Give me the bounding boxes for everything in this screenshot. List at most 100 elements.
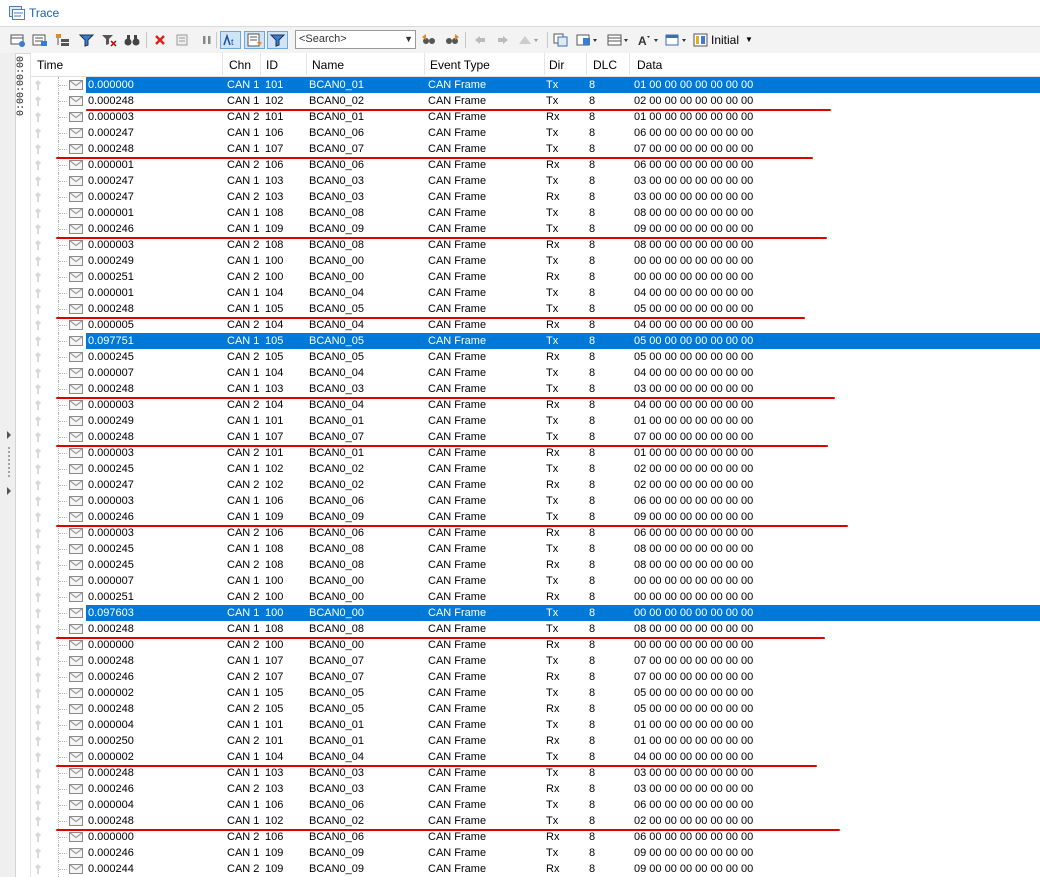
bookmark-pin-icon[interactable] (35, 800, 41, 810)
table-row[interactable]: 0.000247 CAN 1 106 BCAN0_06 CAN Frame Tx 8 06 0… (31, 125, 1040, 141)
timeline-strip[interactable] (0, 53, 16, 877)
bookmark-pin-icon[interactable] (35, 384, 41, 394)
table-row[interactable]: 0.097751 CAN 1 105 BCAN0_05 CAN Frame Tx 8 05 0… (31, 333, 1040, 349)
column-separator[interactable] (586, 53, 587, 75)
bookmark-pin-icon[interactable] (35, 512, 41, 522)
copy-icon[interactable] (552, 31, 570, 49)
bookmark-pin-icon[interactable] (35, 640, 41, 650)
splitter-grip-icon[interactable] (0, 429, 14, 509)
arrow-left-icon[interactable] (471, 31, 489, 49)
table-row[interactable]: 0.000249 CAN 1 101 BCAN0_01 CAN Frame Tx 8 01 0… (31, 413, 1040, 429)
bookmark-pin-icon[interactable] (35, 784, 41, 794)
layout-dropdown-icon[interactable] (606, 31, 632, 49)
table-row[interactable]: 0.000001 CAN 1 104 BCAN0_04 CAN Frame Tx 8 04 0… (31, 285, 1040, 301)
bookmark-pin-icon[interactable] (35, 544, 41, 554)
bookmark-pin-icon[interactable] (35, 160, 41, 170)
display-mode-dropdown-icon[interactable]: ▼ (745, 35, 753, 44)
bookmark-pin-icon[interactable] (35, 576, 41, 586)
table-row[interactable]: 0.000005 CAN 2 104 BCAN0_04 CAN Frame Rx 8 04 0… (31, 317, 1040, 333)
bookmark-pin-icon[interactable] (35, 704, 41, 714)
table-row[interactable]: 0.000004 CAN 1 106 BCAN0_06 CAN Frame Tx 8 06 0… (31, 797, 1040, 813)
table-row[interactable]: 0.000248 CAN 1 108 BCAN0_08 CAN Frame Tx 8 08 0… (31, 621, 1040, 637)
table-row[interactable]: 0.000003 CAN 2 108 BCAN0_08 CAN Frame Rx 8 08 0… (31, 237, 1040, 253)
time-mode-icon[interactable]: t (220, 31, 241, 49)
bookmark-pin-icon[interactable] (35, 272, 41, 282)
scroll-lock-icon[interactable] (244, 31, 265, 49)
pause-icon[interactable] (198, 31, 216, 49)
table-row[interactable]: 0.000001 CAN 2 106 BCAN0_06 CAN Frame Rx 8 06 0… (31, 157, 1040, 173)
bookmark-pin-icon[interactable] (35, 720, 41, 730)
bookmark-pin-icon[interactable] (35, 864, 41, 874)
table-row[interactable]: 0.000247 CAN 1 103 BCAN0_03 CAN Frame Tx 8 03 0… (31, 173, 1040, 189)
bookmark-pin-icon[interactable] (35, 336, 41, 346)
window-dropdown-icon[interactable] (664, 31, 690, 49)
bookmark-pin-icon[interactable] (35, 288, 41, 298)
bookmark-pin-icon[interactable] (35, 448, 41, 458)
table-row[interactable]: 0.000249 CAN 1 100 BCAN0_00 CAN Frame Tx 8 00 0… (31, 253, 1040, 269)
table-row[interactable]: 0.000250 CAN 2 101 BCAN0_01 CAN Frame Rx 8 01 0… (31, 733, 1040, 749)
table-row[interactable]: 0.000003 CAN 1 106 BCAN0_06 CAN Frame Tx 8 06 0… (31, 493, 1040, 509)
table-row[interactable]: 0.000003 CAN 2 104 BCAN0_04 CAN Frame Rx 8 04 0… (31, 397, 1040, 413)
table-row[interactable]: 0.000251 CAN 2 100 BCAN0_00 CAN Frame Rx 8 00 0… (31, 269, 1040, 285)
table-row[interactable]: 0.000247 CAN 2 103 BCAN0_03 CAN Frame Rx 8 03 0… (31, 189, 1040, 205)
find-next-icon[interactable] (443, 31, 461, 49)
columns-icon[interactable] (692, 31, 710, 49)
table-row[interactable]: 0.000001 CAN 1 108 BCAN0_08 CAN Frame Tx 8 08 0… (31, 205, 1040, 221)
table-row[interactable]: 0.000246 CAN 1 109 BCAN0_09 CAN Frame Tx 8 09 0… (31, 509, 1040, 525)
bookmark-pin-icon[interactable] (35, 848, 41, 858)
bookmark-pin-icon[interactable] (35, 224, 41, 234)
table-row[interactable]: 0.000002 CAN 1 104 BCAN0_04 CAN Frame Tx 8 04 0… (31, 749, 1040, 765)
filter-remove-icon[interactable] (100, 31, 118, 49)
col-dir-header[interactable]: Dir (549, 58, 564, 72)
table-row[interactable]: 0.000003 CAN 2 101 BCAN0_01 CAN Frame Rx 8 01 0… (31, 445, 1040, 461)
table-row[interactable]: 0.000248 CAN 1 102 BCAN0_02 CAN Frame Tx 8 02 0… (31, 813, 1040, 829)
bookmark-pin-icon[interactable] (35, 80, 41, 90)
table-row[interactable]: 0.000244 CAN 2 109 BCAN0_09 CAN Frame Rx 8 09 0… (31, 861, 1040, 877)
find-previous-icon[interactable] (420, 31, 438, 49)
table-row[interactable]: 0.000246 CAN 1 109 BCAN0_09 CAN Frame Tx 8 09 0… (31, 221, 1040, 237)
predefined-filter-icon[interactable] (267, 31, 288, 49)
table-row[interactable]: 0.000246 CAN 1 109 BCAN0_09 CAN Frame Tx 8 09 0… (31, 845, 1040, 861)
bookmark-pin-icon[interactable] (35, 400, 41, 410)
bookmark-pin-icon[interactable] (35, 352, 41, 362)
column-separator[interactable] (306, 53, 307, 75)
find-binoculars-icon[interactable] (123, 31, 141, 49)
col-name-header[interactable]: Name (312, 58, 344, 72)
bookmark-pin-icon[interactable] (35, 768, 41, 778)
bookmark-pin-icon[interactable] (35, 176, 41, 186)
table-row[interactable]: 0.000245 CAN 2 108 BCAN0_08 CAN Frame Rx 8 08 0… (31, 557, 1040, 573)
bookmark-pin-icon[interactable] (35, 624, 41, 634)
bookmark-pin-icon[interactable] (35, 736, 41, 746)
bookmark-pin-icon[interactable] (35, 208, 41, 218)
column-separator[interactable] (222, 53, 223, 75)
table-row[interactable]: 0.000248 CAN 1 107 BCAN0_07 CAN Frame Tx 8 07 0… (31, 653, 1040, 669)
table-row[interactable]: 0.000003 CAN 2 106 BCAN0_06 CAN Frame Rx 8 06 0… (31, 525, 1040, 541)
table-row[interactable]: 0.000245 CAN 1 108 BCAN0_08 CAN Frame Tx 8 08 0… (31, 541, 1040, 557)
bookmark-pin-icon[interactable] (35, 368, 41, 378)
arrow-right-icon[interactable] (494, 31, 512, 49)
table-row[interactable]: 0.000000 CAN 2 100 BCAN0_00 CAN Frame Rx 8 00 0… (31, 637, 1040, 653)
tree-view-icon[interactable] (54, 31, 72, 49)
bookmark-pin-icon[interactable] (35, 752, 41, 762)
bookmark-pin-icon[interactable] (35, 496, 41, 506)
bookmark-pin-icon[interactable] (35, 688, 41, 698)
bookmark-pin-icon[interactable] (35, 416, 41, 426)
insert-column-icon[interactable] (9, 31, 27, 49)
col-event-type-header[interactable]: Event Type (430, 58, 490, 72)
column-separator[interactable] (544, 53, 545, 75)
bookmark-pin-icon[interactable] (35, 608, 41, 618)
column-separator[interactable] (260, 53, 261, 75)
column-separator[interactable] (629, 53, 630, 75)
table-row[interactable]: 0.000248 CAN 1 105 BCAN0_05 CAN Frame Tx 8 05 0… (31, 301, 1040, 317)
table-row[interactable]: 0.000247 CAN 2 102 BCAN0_02 CAN Frame Rx 8 02 0… (31, 477, 1040, 493)
bookmark-pin-icon[interactable] (35, 240, 41, 250)
bookmark-pin-icon[interactable] (35, 480, 41, 490)
table-row[interactable]: 0.000007 CAN 1 100 BCAN0_00 CAN Frame Tx 8 00 0… (31, 573, 1040, 589)
bookmark-pin-icon[interactable] (35, 96, 41, 106)
bookmark-pin-icon[interactable] (35, 432, 41, 442)
clear-icon[interactable] (174, 31, 192, 49)
table-row[interactable]: 0.000000 CAN 2 106 BCAN0_06 CAN Frame Rx 8 06 0… (31, 829, 1040, 845)
bookmark-pin-icon[interactable] (35, 528, 41, 538)
bookmark-pin-icon[interactable] (35, 256, 41, 266)
table-row[interactable]: 0.000002 CAN 1 105 BCAN0_05 CAN Frame Tx 8 05 0… (31, 685, 1040, 701)
